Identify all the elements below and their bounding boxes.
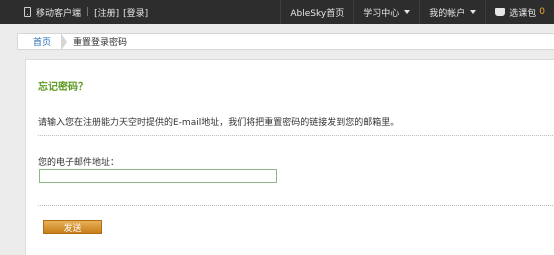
login-link[interactable]: [登录]: [123, 6, 148, 19]
chevron-down-icon: [404, 10, 411, 14]
ablesky-home-link[interactable]: AbleSky首页: [280, 0, 353, 24]
breadcrumb-arrow-icon: [62, 34, 68, 49]
learning-center-menu[interactable]: 学习中心: [353, 0, 419, 24]
send-button[interactable]: 发送: [43, 220, 102, 234]
breadcrumb: 首页 重置登录密码: [17, 33, 554, 50]
cart-icon: [495, 8, 506, 16]
email-label: 您的电子邮件地址：: [38, 158, 120, 168]
cart-count-badge: 0: [539, 7, 545, 17]
top-right-nav: AbleSky首页 学习中心 我的帐户 选课包 0: [280, 0, 554, 24]
course-cart-link[interactable]: 选课包 0: [485, 0, 554, 24]
divider: [38, 205, 554, 206]
cart-label: 选课包: [509, 8, 537, 19]
email-field[interactable]: [39, 169, 277, 183]
ablesky-home-label: AbleSky首页: [290, 8, 345, 19]
breadcrumb-home-link[interactable]: 首页: [18, 34, 63, 49]
my-account-menu[interactable]: 我的帐户: [419, 0, 485, 24]
breadcrumb-current: 重置登录密码: [73, 38, 128, 48]
learning-center-label: 学习中心: [363, 8, 400, 19]
top-navigation-bar: 移动客户端 | [注册] [登录] AbleSky首页 学习中心 我的帐户 选课…: [0, 0, 554, 24]
divider: [38, 135, 554, 136]
page-title: 忘记密码？: [38, 82, 88, 93]
top-left-links: 移动客户端 | [注册] [登录]: [24, 0, 148, 24]
register-link[interactable]: [注册]: [94, 6, 119, 19]
chevron-down-icon: [470, 10, 477, 14]
separator: |: [86, 7, 90, 17]
my-account-label: 我的帐户: [429, 8, 466, 19]
mobile-client-link[interactable]: 移动客户端: [36, 6, 81, 19]
mobile-phone-icon: [24, 7, 31, 17]
reset-password-panel: 忘记密码？ 请输入您在注册能力天空时提供的E-mail地址，我们将把重置密码的链…: [25, 59, 554, 255]
instruction-text: 请输入您在注册能力天空时提供的E-mail地址，我们将把重置密码的链接发到您的邮…: [38, 118, 400, 128]
